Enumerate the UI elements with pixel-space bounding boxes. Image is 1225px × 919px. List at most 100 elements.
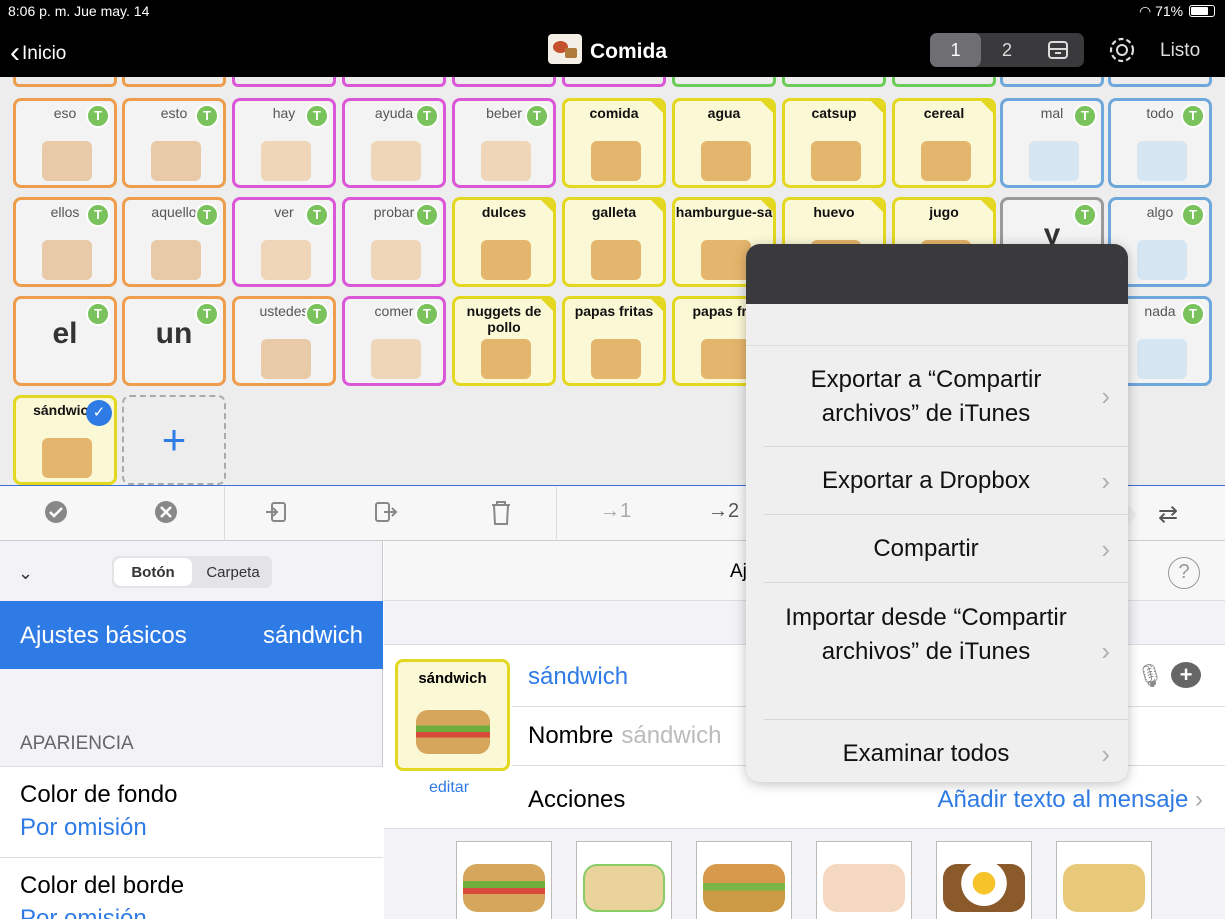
symbol-picture [42, 141, 92, 181]
row-label: Color de fondo [20, 781, 178, 808]
grid-button[interactable]: beber T [452, 98, 556, 188]
grammar-badge-icon: T [195, 104, 219, 128]
actions-value[interactable]: Añadir texto al mensaje › [938, 786, 1203, 814]
button-label: hamburgue-sa [675, 204, 773, 220]
grid-button[interactable]: probar T [342, 197, 446, 287]
chevron-right-icon: › [1101, 381, 1110, 411]
grid-button[interactable]: comer T [342, 296, 446, 386]
image-suggestion[interactable] [576, 841, 672, 919]
help-icon[interactable]: ? [1168, 557, 1200, 589]
grid-button[interactable]: ayuda T [342, 98, 446, 188]
name-field[interactable]: Nombre sándwich [528, 722, 721, 750]
grid-button[interactable]: catsup [782, 98, 886, 188]
folder-corner-icon [981, 200, 993, 212]
grid-button[interactable]: sándwich ✓ [13, 395, 117, 485]
symbol-picture [1137, 141, 1187, 181]
symbol-picture [701, 339, 751, 379]
back-button[interactable]: ‹ Inicio [10, 36, 66, 70]
button-preview[interactable]: sándwich [395, 659, 510, 771]
button-label: dulces [481, 204, 527, 220]
grid-button[interactable]: un T [122, 296, 226, 386]
symbol-picture [591, 339, 641, 379]
grid-button[interactable]: cereal [892, 98, 996, 188]
grid-button[interactable]: esto T [122, 98, 226, 188]
select-all-icon[interactable] [44, 500, 68, 524]
grid-button[interactable]: dulces [452, 197, 556, 287]
tab-carpeta[interactable]: Carpeta [194, 556, 272, 588]
ghost-tile [452, 77, 556, 87]
export-icon[interactable] [374, 500, 400, 524]
top-bar: 8:06 p. m. Jue may. 14 ◠ 71% ‹ Inicio Com… [0, 0, 1225, 77]
grammar-badge-icon: T [86, 203, 110, 227]
ghost-tile [122, 77, 226, 87]
tab-boton[interactable]: Botón [114, 558, 192, 586]
background-color-row[interactable]: Color de fondo Por omisión [0, 766, 383, 857]
ghost-tile [1000, 77, 1104, 87]
border-color-row[interactable]: Color del borde Por omisión [0, 857, 383, 919]
type-selector: Botón Carpeta [112, 556, 272, 588]
grid-button[interactable]: nuggets de pollo [452, 296, 556, 386]
grid-button[interactable]: mal T [1000, 98, 1104, 188]
share-item[interactable]: Compartir › [764, 515, 1128, 583]
button-label: huevo [813, 204, 855, 220]
export-itunes-item[interactable]: Exportar a “Compartir archivos” de iTune… [764, 346, 1128, 447]
gear-icon[interactable] [1104, 32, 1140, 68]
symbol-picture [811, 141, 861, 181]
image-suggestion[interactable] [696, 841, 792, 919]
image-suggestion[interactable] [816, 841, 912, 919]
tray-button[interactable] [1033, 33, 1084, 67]
row-label: Color del borde [20, 872, 185, 899]
grid-button[interactable]: papas fritas [562, 296, 666, 386]
item-label: Exportar a “Compartir archivos” de iTune… [810, 366, 1042, 427]
button-label: cereal [923, 105, 965, 121]
swap-button[interactable]: ⇄ [1158, 500, 1178, 529]
edit-link[interactable]: editar [429, 779, 469, 797]
ghost-tile [1108, 77, 1212, 87]
grid-button[interactable]: aquello T [122, 197, 226, 287]
grid-button[interactable]: ver T [232, 197, 336, 287]
selected-check-icon: ✓ [86, 400, 112, 426]
grid-button[interactable]: agua [672, 98, 776, 188]
page-2-button[interactable]: 2 [981, 33, 1032, 67]
popover-arrow [1128, 505, 1138, 525]
grid-button[interactable]: galleta [562, 197, 666, 287]
browse-all-item[interactable]: Examinar todos › [764, 720, 1128, 782]
button-label: nuggets de pollo [466, 303, 542, 335]
grid-button[interactable]: todo T [1108, 98, 1212, 188]
deselect-icon[interactable] [154, 500, 178, 524]
grid-button[interactable]: comida [562, 98, 666, 188]
grid-button[interactable]: eso T [13, 98, 117, 188]
symbol-picture [481, 339, 531, 379]
word-field[interactable]: sándwich [528, 663, 628, 691]
move-to-1-button[interactable]: →1 [600, 500, 631, 523]
share-popover: Exportar a “Compartir archivos” de iTune… [746, 244, 1128, 782]
grid-button[interactable]: ustedes T [232, 296, 336, 386]
symbol-picture [1137, 240, 1187, 280]
page-1-button[interactable]: 1 [930, 33, 982, 67]
done-button[interactable]: Listo [1160, 40, 1200, 62]
trash-icon[interactable] [489, 500, 513, 526]
import-icon[interactable] [264, 500, 288, 524]
item-label: Compartir [873, 535, 979, 562]
add-speech-icon[interactable]: + [1171, 662, 1201, 688]
grid-button[interactable]: el T [13, 296, 117, 386]
import-itunes-item[interactable]: Importar desde “Compartir archivos” de i… [764, 583, 1128, 720]
grid-button[interactable]: ellos T [13, 197, 117, 287]
microphone-icon[interactable]: 🎙 [1136, 663, 1164, 689]
grammar-badge-icon: T [1181, 302, 1205, 326]
export-dropbox-item[interactable]: Exportar a Dropbox › [764, 447, 1128, 515]
basic-settings-row[interactable]: Ajustes básicos sándwich [0, 601, 383, 669]
folder-corner-icon [651, 200, 663, 212]
chevron-down-icon[interactable]: ⌄ [18, 563, 33, 584]
grammar-badge-icon: T [525, 104, 549, 128]
folder-corner-icon [981, 101, 993, 113]
image-suggestion[interactable] [1056, 841, 1152, 919]
grid-button[interactable]: hay T [232, 98, 336, 188]
add-button-tile[interactable]: + [122, 395, 226, 485]
folder-corner-icon [871, 200, 883, 212]
symbol-picture [591, 141, 641, 181]
image-suggestion[interactable] [456, 841, 552, 919]
move-to-2-button[interactable]: →2 [708, 500, 739, 523]
image-suggestion[interactable] [936, 841, 1032, 919]
wifi-icon: ◠ [1138, 3, 1152, 19]
